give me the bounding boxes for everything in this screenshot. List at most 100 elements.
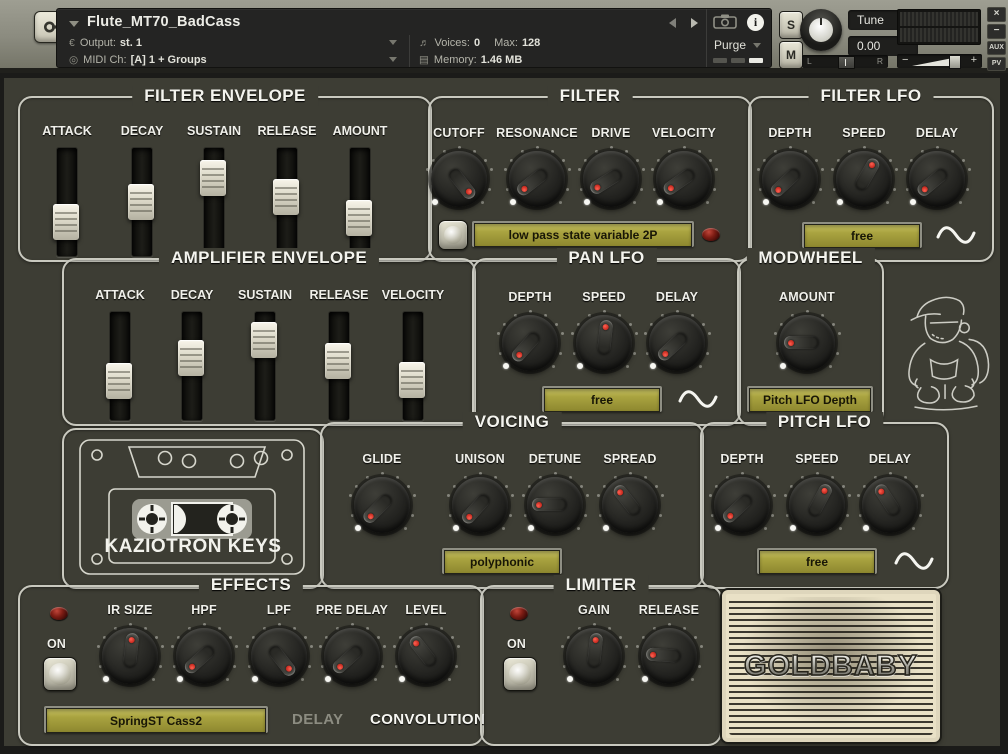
knob-speed[interactable]: SPEED (822, 126, 906, 207)
effects-ir-dropdown[interactable]: SpringST Cass2 (44, 706, 268, 733)
knob-speed[interactable]: SPEED (562, 290, 646, 371)
knob-spread[interactable]: SPREAD (588, 452, 672, 533)
instrument-collapse-caret[interactable] (69, 21, 79, 27)
pan-lfo-sync-dropdown[interactable]: free (542, 386, 662, 412)
knob-depth[interactable]: DEPTH (700, 452, 784, 533)
preset-title[interactable]: Flute_MT70_BadCass (87, 14, 241, 30)
knob-glide[interactable]: GLIDE (340, 452, 424, 533)
slider-handle[interactable] (325, 343, 351, 379)
knob-dial[interactable] (602, 477, 658, 533)
knob-amount[interactable]: AMOUNT (765, 290, 849, 371)
knob-dial[interactable] (656, 151, 712, 207)
slider-track[interactable] (254, 311, 276, 421)
slider-attack[interactable]: ATTACK (25, 124, 109, 257)
slider-amount[interactable]: AMOUNT (318, 124, 402, 257)
slider-track[interactable] (276, 147, 298, 257)
knob-velocity[interactable]: VELOCITY (642, 126, 726, 207)
knob-dial[interactable] (583, 151, 639, 207)
minimize-icon[interactable]: − (987, 24, 1006, 39)
knob-unison[interactable]: UNISON (438, 452, 522, 533)
knob-dial[interactable] (509, 151, 565, 207)
knob-dial[interactable] (566, 628, 622, 684)
knob-lpf[interactable]: LPF (237, 603, 321, 684)
limiter-on-button[interactable] (503, 657, 537, 691)
knob-ir-size[interactable]: IR SIZE (88, 603, 172, 684)
slider-handle[interactable] (106, 363, 132, 399)
effects-on-button[interactable] (43, 657, 77, 691)
slider-track[interactable] (349, 147, 371, 257)
midi-dropdown-caret[interactable] (389, 57, 397, 62)
tune-knob[interactable] (800, 9, 842, 51)
slider-track[interactable] (181, 311, 203, 421)
slider-handle[interactable] (346, 200, 372, 236)
knob-delay[interactable]: DELAY (635, 290, 719, 371)
slider-handle[interactable] (273, 179, 299, 215)
knob-pre-delay[interactable]: PRE DELAY (310, 603, 394, 684)
pv-button[interactable]: PV (987, 57, 1006, 71)
slider-handle[interactable] (178, 340, 204, 376)
knob-dial[interactable] (431, 151, 487, 207)
volume-handle[interactable] (949, 55, 961, 69)
volume-minus[interactable]: − (902, 54, 908, 67)
knob-dial[interactable] (909, 151, 965, 207)
knob-drive[interactable]: DRIVE (569, 126, 653, 207)
slider-track[interactable] (203, 147, 225, 257)
knob-dial[interactable] (862, 477, 918, 533)
volume-slider[interactable]: − + (897, 54, 982, 68)
filter-on-button[interactable] (438, 220, 468, 250)
next-instrument-arrow[interactable] (691, 18, 698, 28)
snapshot-camera-icon[interactable] (713, 14, 737, 29)
knob-hpf[interactable]: HPF (162, 603, 246, 684)
slider-handle[interactable] (251, 322, 277, 358)
knob-dial[interactable] (762, 151, 818, 207)
knob-delay[interactable]: DELAY (895, 126, 979, 207)
output-dropdown-caret[interactable] (389, 40, 397, 45)
volume-plus[interactable]: + (971, 54, 977, 67)
knob-dial[interactable] (779, 315, 835, 371)
purge-caret[interactable] (753, 43, 761, 48)
pitch-lfo-sync-dropdown[interactable]: free (757, 548, 877, 574)
knob-depth[interactable]: DEPTH (488, 290, 572, 371)
aux-button[interactable]: AUX (987, 41, 1006, 55)
knob-dial[interactable] (836, 151, 892, 207)
knob-level[interactable]: LEVEL (384, 603, 468, 684)
slider-decay[interactable]: DECAY (150, 288, 234, 421)
slider-track[interactable] (328, 311, 350, 421)
knob-dial[interactable] (789, 477, 845, 533)
pan-slider[interactable]: L R (802, 55, 888, 68)
knob-delay[interactable]: DELAY (848, 452, 932, 533)
slider-track[interactable] (109, 311, 131, 421)
slider-sustain[interactable]: SUSTAIN (223, 288, 307, 421)
slider-handle[interactable] (200, 160, 226, 196)
slider-track[interactable] (56, 147, 78, 257)
knob-depth[interactable]: DEPTH (748, 126, 832, 207)
knob-dial[interactable] (714, 477, 770, 533)
knob-dial[interactable] (324, 628, 380, 684)
output-row[interactable]: €Output:st. 1 (69, 37, 142, 49)
filter-type-dropdown[interactable]: low pass state variable 2P (472, 221, 694, 247)
slider-handle[interactable] (53, 204, 79, 240)
info-icon[interactable]: i (747, 14, 764, 31)
knob-release[interactable]: RELEASE (627, 603, 711, 684)
filter-lfo-sync-dropdown[interactable]: free (802, 222, 922, 248)
knob-cutoff[interactable]: CUTOFF (417, 126, 501, 207)
knob-dial[interactable] (527, 477, 583, 533)
slider-handle[interactable] (128, 184, 154, 220)
knob-dial[interactable] (641, 628, 697, 684)
tab-convolution[interactable]: CONVOLUTION (370, 711, 485, 728)
prev-instrument-arrow[interactable] (669, 18, 676, 28)
close-icon[interactable]: × (987, 7, 1006, 22)
knob-dial[interactable] (576, 315, 632, 371)
knob-resonance[interactable]: RESONANCE (495, 126, 579, 207)
slider-release[interactable]: RELEASE (245, 124, 329, 257)
purge-menu[interactable]: Purge (714, 38, 746, 52)
knob-dial[interactable] (102, 628, 158, 684)
voicing-mode-dropdown[interactable]: polyphonic (442, 548, 562, 574)
knob-dial[interactable] (452, 477, 508, 533)
slider-handle[interactable] (399, 362, 425, 398)
tab-delay[interactable]: DELAY (292, 711, 343, 728)
modwheel-target-dropdown[interactable]: Pitch LFO Depth (747, 386, 873, 412)
slider-velocity[interactable]: VELOCITY (371, 288, 455, 421)
midi-row[interactable]: ◎MIDI Ch:[A] 1 + Groups (69, 54, 207, 66)
knob-dial[interactable] (502, 315, 558, 371)
